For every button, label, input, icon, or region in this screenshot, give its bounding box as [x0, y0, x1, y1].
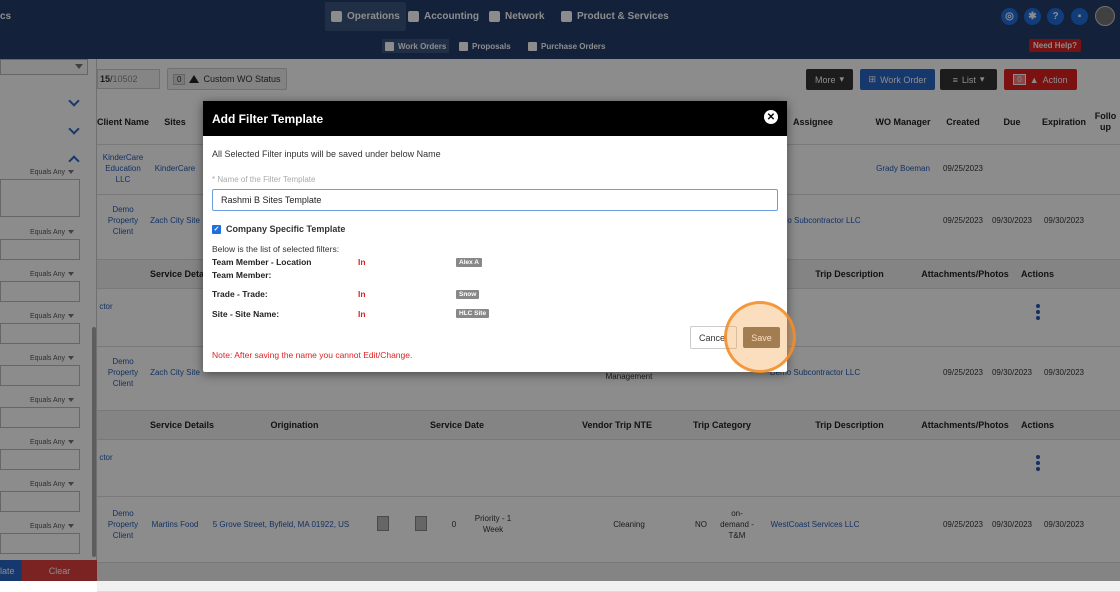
dialog-note: Note: After saving the name you cannot E… [212, 350, 413, 360]
add-filter-template-dialog: Add Filter Template ✕ All Selected Filte… [203, 101, 787, 372]
filter-name: Site - Site Name: [212, 309, 280, 319]
click-highlight [724, 301, 796, 373]
checkbox-checked-icon[interactable]: ✓ [212, 224, 221, 234]
filter-operator: In [358, 289, 366, 299]
filter-operator: In [358, 309, 366, 319]
filter-value-badge: Snow [456, 290, 480, 299]
company-specific-label: Company Specific Template [226, 224, 346, 234]
company-specific-checkbox[interactable]: ✓ Company Specific Template [212, 224, 345, 234]
template-name-input[interactable] [212, 189, 778, 211]
template-name-label: * Name of the Filter Template [212, 175, 316, 184]
close-icon[interactable]: ✕ [764, 110, 778, 124]
filter-operator: In [358, 257, 366, 267]
filter-value-badge: Alex A [456, 258, 482, 267]
dialog-info-text: All Selected Filter inputs will be saved… [212, 149, 441, 159]
filter-name: Team Member: [212, 270, 272, 280]
filter-name: Team Member - Location [212, 257, 312, 267]
dialog-title: Add Filter Template [203, 101, 787, 136]
filter-name: Trade - Trade: [212, 289, 268, 299]
selected-filters-heading: Below is the list of selected filters: [212, 244, 340, 254]
filter-value-badge: HLC Site [456, 309, 490, 318]
